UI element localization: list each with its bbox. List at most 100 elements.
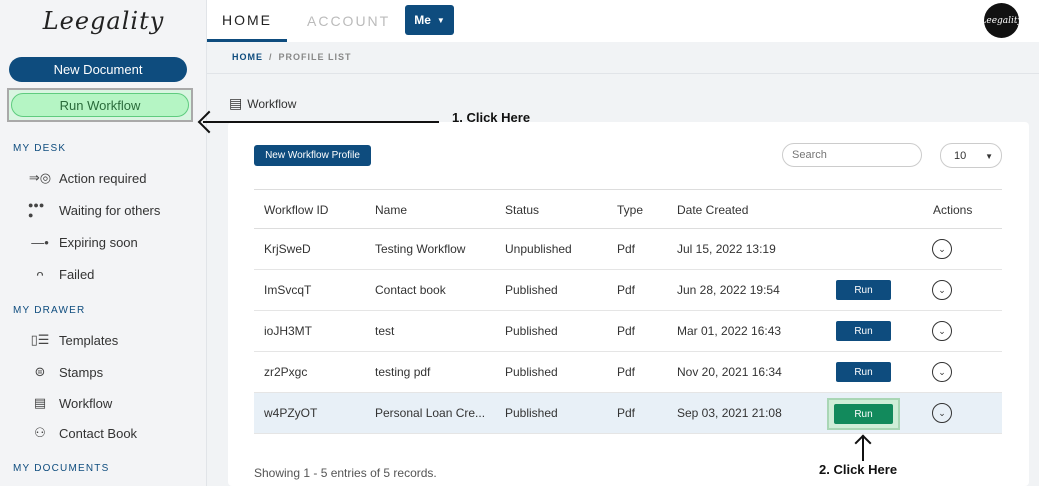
sidebar-item-contact-book[interactable]: ⚇ Contact Book bbox=[28, 422, 137, 444]
chevron-down-icon[interactable]: ⌄ bbox=[932, 403, 952, 423]
cell-date: Mar 01, 2022 16:43 bbox=[677, 324, 782, 338]
run-workflow-button[interactable]: Run Workflow bbox=[11, 93, 189, 117]
me-dropdown-button[interactable]: Me ▼ bbox=[405, 5, 454, 35]
me-label: Me bbox=[414, 13, 431, 27]
my-documents-heading: MY DOCUMENTS bbox=[13, 463, 110, 474]
cell-name: Contact book bbox=[375, 283, 446, 297]
sidebar-item-label: Contact Book bbox=[59, 425, 138, 441]
sidebar-item-failed[interactable]: ᴖ Failed bbox=[28, 263, 94, 285]
cell-type: Pdf bbox=[617, 406, 636, 420]
showing-entries: Showing 1 - 5 entries of 5 records. bbox=[254, 466, 437, 480]
sidebar: Leegality New Document Run Workflow MY D… bbox=[0, 0, 207, 486]
page-title: ▤ Workflow bbox=[229, 95, 296, 112]
new-document-button[interactable]: New Document bbox=[9, 57, 187, 82]
cell-id: ImSvcqT bbox=[264, 283, 312, 297]
cell-type: Pdf bbox=[617, 365, 636, 379]
breadcrumb-current: PROFILE LIST bbox=[278, 52, 352, 62]
divider bbox=[207, 73, 1039, 74]
avatar[interactable]: Leegality bbox=[980, 3, 1023, 38]
search-input[interactable] bbox=[782, 143, 922, 167]
sidebar-item-label: Stamps bbox=[59, 364, 104, 380]
table-row: KrjSweD Testing Workflow Unpublished Pdf… bbox=[254, 229, 1002, 270]
my-drawer-heading: MY DRAWER bbox=[13, 305, 86, 316]
caret-down-icon: ▼ bbox=[985, 152, 993, 161]
page-size-value: 10 bbox=[954, 149, 967, 162]
table-row: zr2Pxgc testing pdf Published Pdf Nov 20… bbox=[254, 352, 1002, 393]
cell-status: Published bbox=[505, 365, 558, 379]
cell-status: Published bbox=[505, 324, 558, 338]
workflow-card: New Workflow Profile 10 ▼ Workflow ID Na… bbox=[228, 122, 1029, 486]
run-button[interactable]: Run bbox=[836, 280, 891, 300]
sidebar-item-label: Expiring soon bbox=[59, 234, 138, 250]
line-icon: —• bbox=[31, 234, 49, 250]
header-actions: Actions bbox=[933, 203, 973, 217]
breadcrumb: HOME / PROFILE LIST bbox=[232, 52, 352, 62]
header-status: Status bbox=[505, 203, 540, 217]
run-button-highlight: Run bbox=[827, 398, 900, 430]
run-workflow-highlight: Run Workflow bbox=[7, 88, 193, 122]
cell-name: Personal Loan Cre... bbox=[375, 406, 486, 420]
cell-status: Published bbox=[505, 283, 558, 297]
cell-name: testing pdf bbox=[375, 365, 431, 379]
failed-icon: ᴖ bbox=[36, 266, 44, 282]
sidebar-item-label: Action required bbox=[59, 170, 147, 186]
sidebar-item-label: Templates bbox=[59, 332, 119, 348]
header-type: Type bbox=[617, 203, 644, 217]
cell-date: Jun 28, 2022 19:54 bbox=[677, 283, 780, 297]
logo[interactable]: Leegality bbox=[0, 0, 207, 42]
tab-home[interactable]: HOME bbox=[207, 0, 287, 42]
run-button[interactable]: Run bbox=[836, 362, 891, 382]
cell-status: Published bbox=[505, 406, 558, 420]
chevron-down-icon[interactable]: ⌄ bbox=[932, 280, 952, 300]
cell-status: Unpublished bbox=[505, 242, 572, 256]
arrow-target-icon: ⇒◎ bbox=[28, 170, 52, 185]
sidebar-item-workflow[interactable]: ▤ Workflow bbox=[28, 392, 112, 414]
contacts-icon: ⚇ bbox=[34, 425, 46, 440]
document-icon: ▤ bbox=[33, 395, 47, 410]
header-workflow-id: Workflow ID bbox=[264, 203, 329, 217]
sidebar-item-templates[interactable]: ▯☰ Templates bbox=[28, 329, 119, 351]
my-desk-heading: MY DESK bbox=[13, 143, 67, 154]
table-row: ImSvcqT Contact book Published Pdf Jun 2… bbox=[254, 270, 1002, 311]
sidebar-item-expiring-soon[interactable]: —• Expiring soon bbox=[28, 231, 138, 253]
cell-type: Pdf bbox=[617, 283, 636, 297]
cell-name: test bbox=[375, 324, 395, 338]
page-title-text: Workflow bbox=[247, 96, 297, 111]
cell-type: Pdf bbox=[617, 242, 636, 256]
header-date-created: Date Created bbox=[677, 203, 749, 217]
sidebar-item-label: Failed bbox=[59, 266, 95, 282]
page-size-select[interactable]: 10 ▼ bbox=[940, 143, 1002, 168]
caret-down-icon: ▼ bbox=[436, 15, 445, 25]
sidebar-item-waiting-for-others[interactable]: ●●● ● Waiting for others bbox=[28, 199, 160, 221]
breadcrumb-home[interactable]: HOME bbox=[232, 52, 263, 62]
chevron-down-icon[interactable]: ⌄ bbox=[932, 321, 952, 341]
dots-icon: ●●● ● bbox=[28, 200, 45, 220]
stamp-icon: ⊜ bbox=[34, 364, 46, 379]
sidebar-item-label: Workflow bbox=[59, 395, 113, 411]
cell-id: w4PZyOT bbox=[264, 406, 318, 420]
breadcrumb-separator: / bbox=[269, 52, 273, 62]
table-header: Workflow ID Name Status Type Date Create… bbox=[254, 189, 1002, 229]
sidebar-item-stamps[interactable]: ⊜ Stamps bbox=[28, 361, 104, 383]
avatar-text: Leegality bbox=[980, 15, 1023, 26]
top-bar: HOME ACCOUNT Me ▼ Leegality bbox=[207, 0, 1039, 42]
tab-account[interactable]: ACCOUNT bbox=[307, 0, 390, 42]
logo-text: Leegality bbox=[42, 7, 165, 35]
cell-type: Pdf bbox=[617, 324, 636, 338]
cell-date: Nov 20, 2021 16:34 bbox=[677, 365, 782, 379]
chevron-down-icon[interactable]: ⌄ bbox=[932, 239, 952, 259]
new-workflow-profile-button[interactable]: New Workflow Profile bbox=[254, 145, 371, 166]
sidebar-item-label: Waiting for others bbox=[59, 202, 161, 218]
run-button[interactable]: Run bbox=[834, 404, 893, 424]
sidebar-item-action-required[interactable]: ⇒◎ Action required bbox=[28, 167, 147, 189]
run-button[interactable]: Run bbox=[836, 321, 891, 341]
cell-date: Jul 15, 2022 13:19 bbox=[677, 242, 776, 256]
annotation-step2: 2. Click Here bbox=[819, 462, 898, 477]
cell-id: KrjSweD bbox=[264, 242, 311, 256]
annotation-arrow-left bbox=[203, 121, 439, 123]
table-row: ioJH3MT test Published Pdf Mar 01, 2022 … bbox=[254, 311, 1002, 352]
cell-date: Sep 03, 2021 21:08 bbox=[677, 406, 782, 420]
template-icon: ▯☰ bbox=[30, 332, 50, 347]
cell-id: zr2Pxgc bbox=[264, 365, 308, 379]
chevron-down-icon[interactable]: ⌄ bbox=[932, 362, 952, 382]
